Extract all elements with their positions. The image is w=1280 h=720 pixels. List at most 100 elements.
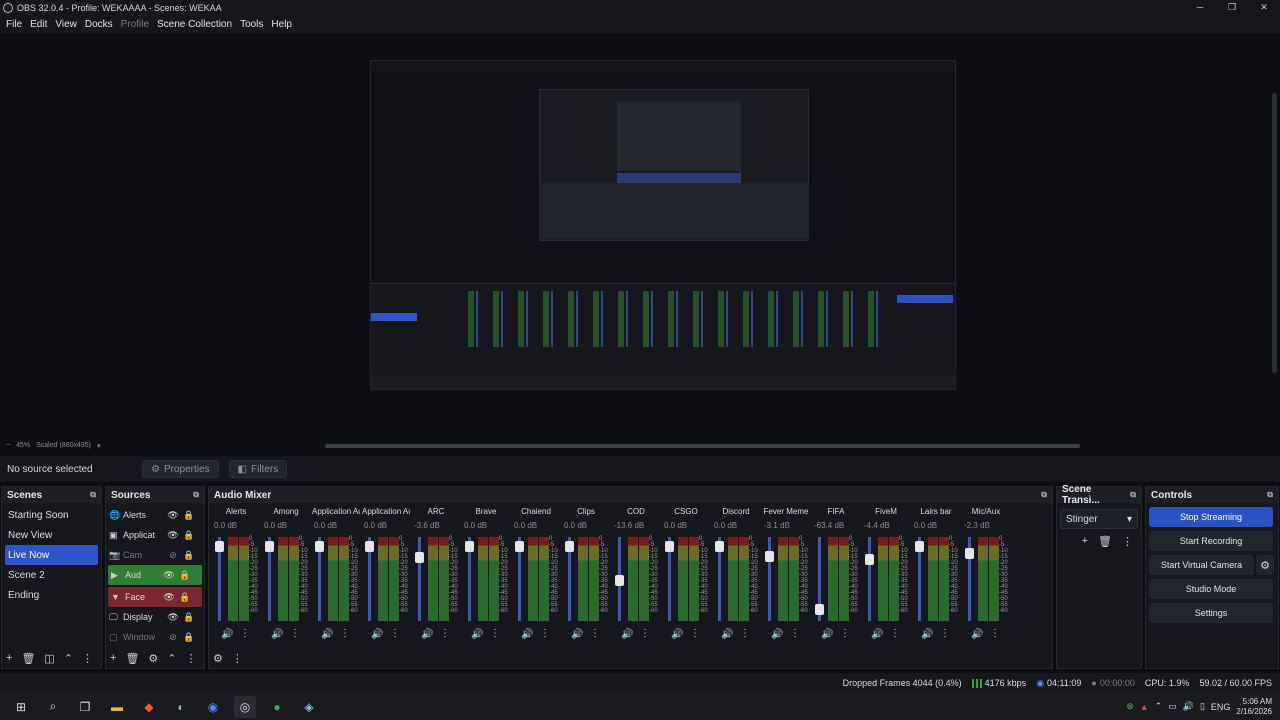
volume-fader-handle[interactable]: [415, 552, 424, 564]
steam-icon[interactable]: ◐: [170, 696, 192, 718]
lock-icon[interactable]: 🔒: [177, 592, 193, 603]
settings-button[interactable]: Settings: [1149, 603, 1273, 623]
virtual-camera-settings-gear-icon[interactable]: ⚙: [1256, 555, 1274, 575]
remove-scene-button[interactable]: 🗑: [21, 652, 35, 665]
collapse-arrow-icon[interactable]: ▼: [111, 592, 125, 602]
app-icon[interactable]: ◈: [298, 696, 320, 718]
channel-menu-button[interactable]: ⋮: [940, 628, 950, 639]
task-view-icon[interactable]: ❐: [74, 696, 96, 718]
channel-menu-button[interactable]: ⋮: [640, 628, 650, 639]
channel-menu-button[interactable]: ⋮: [740, 628, 750, 639]
scene-item-ending[interactable]: Ending: [2, 585, 101, 605]
lock-icon[interactable]: 🔒: [181, 632, 197, 643]
spotify-icon[interactable]: ●: [266, 696, 288, 718]
chrome-icon[interactable]: ◉: [202, 696, 224, 718]
preview-area[interactable]: [0, 33, 1280, 438]
channel-menu-button[interactable]: ⋮: [490, 628, 500, 639]
menu-help[interactable]: Help: [267, 19, 296, 30]
volume-fader-handle[interactable]: [715, 540, 724, 552]
volume-fader-handle[interactable]: [315, 540, 324, 552]
remove-source-button[interactable]: 🗑: [125, 652, 139, 665]
speaker-mute-icon[interactable]: 🔊: [571, 629, 583, 640]
mixer-menu-button[interactable]: ⋮: [232, 652, 243, 665]
volume-fader-handle[interactable]: [215, 540, 224, 552]
volume-fader-handle[interactable]: [265, 540, 274, 552]
scene-item-new-view[interactable]: New View: [2, 525, 101, 545]
lock-icon[interactable]: 🔒: [181, 530, 197, 541]
volume-fader-handle[interactable]: [765, 550, 774, 562]
channel-menu-button[interactable]: ⋮: [240, 628, 250, 639]
scene-item-live-now[interactable]: Live Now: [5, 545, 98, 565]
speaker-mute-icon[interactable]: 🔊: [471, 629, 483, 640]
volume-fader-track[interactable]: [868, 537, 871, 621]
source-menu-button[interactable]: ⋮: [186, 652, 197, 665]
source-item-window[interactable]: ▢ Window ⊘ 🔒: [106, 627, 204, 647]
start-recording-button[interactable]: Start Recording: [1149, 531, 1273, 551]
undock-icon[interactable]: ⧉: [1041, 490, 1047, 500]
language-indicator[interactable]: ENG: [1211, 702, 1231, 712]
speaker-mute-icon[interactable]: 🔊: [921, 629, 933, 640]
file-explorer-icon[interactable]: ▬: [106, 696, 128, 718]
speaker-mute-icon[interactable]: 🔊: [821, 629, 833, 640]
preview-canvas[interactable]: [370, 60, 956, 390]
speaker-mute-icon[interactable]: 🔊: [371, 629, 383, 640]
menu-profile[interactable]: Profile: [117, 19, 153, 30]
windows-start-icon[interactable]: ⊞: [10, 696, 32, 718]
volume-fader-handle[interactable]: [815, 603, 824, 615]
undock-icon[interactable]: ⧉: [90, 490, 96, 500]
visibility-eye-icon[interactable]: 👁: [165, 510, 181, 521]
visibility-eye-icon[interactable]: 👁: [161, 592, 177, 603]
hidden-eye-icon[interactable]: ⊘: [165, 550, 181, 561]
source-properties-button[interactable]: ⚙: [148, 652, 158, 665]
add-source-button[interactable]: +: [110, 652, 116, 664]
lock-icon[interactable]: 🔒: [181, 550, 197, 561]
volume-fader-handle[interactable]: [615, 575, 624, 586]
channel-menu-button[interactable]: ⋮: [340, 628, 350, 639]
volume-fader-track[interactable]: [418, 537, 421, 621]
channel-menu-button[interactable]: ⋮: [990, 628, 1000, 639]
search-icon[interactable]: ⌕: [42, 696, 64, 718]
menu-edit[interactable]: Edit: [26, 19, 51, 30]
transition-menu-button[interactable]: ⋮: [1122, 535, 1133, 548]
speaker-mute-icon[interactable]: 🔊: [621, 629, 633, 640]
menu-scene-collection[interactable]: Scene Collection: [153, 19, 236, 30]
stop-streaming-button[interactable]: Stop Streaming: [1149, 507, 1273, 527]
source-item-application[interactable]: ▣ Applicat 👁 🔒: [106, 525, 204, 545]
channel-menu-button[interactable]: ⋮: [590, 628, 600, 639]
volume-fader-handle[interactable]: [915, 540, 924, 552]
scene-item-starting-soon[interactable]: Starting Soon: [2, 505, 101, 525]
studio-mode-button[interactable]: Studio Mode: [1149, 579, 1273, 599]
menu-view[interactable]: View: [51, 19, 81, 30]
scale-dropdown-icon[interactable]: ▾: [97, 442, 101, 450]
minimize-button[interactable]: ─: [1184, 0, 1216, 15]
advanced-audio-button[interactable]: ⚙: [213, 652, 223, 665]
menu-docks[interactable]: Docks: [81, 19, 117, 30]
speaker-mute-icon[interactable]: 🔊: [221, 629, 233, 640]
expand-arrow-icon[interactable]: ▶: [111, 570, 125, 581]
volume-fader-handle[interactable]: [515, 540, 524, 552]
visibility-eye-icon[interactable]: 👁: [161, 570, 177, 581]
speaker-mute-icon[interactable]: 🔊: [871, 629, 883, 640]
horizontal-scrollbar[interactable]: [325, 444, 1080, 448]
volume-fader-handle[interactable]: [965, 548, 974, 560]
start-virtual-camera-button[interactable]: Start Virtual Camera: [1149, 555, 1254, 575]
brave-browser-icon[interactable]: ◆: [138, 696, 160, 718]
network-icon[interactable]: ▭: [1168, 701, 1177, 712]
channel-menu-button[interactable]: ⋮: [290, 628, 300, 639]
lock-icon[interactable]: 🔒: [181, 510, 197, 521]
speaker-mute-icon[interactable]: 🔊: [971, 629, 983, 640]
channel-menu-button[interactable]: ⋮: [790, 628, 800, 639]
undock-icon[interactable]: ⧉: [1267, 490, 1273, 500]
speaker-mute-icon[interactable]: 🔊: [421, 629, 433, 640]
speaker-mute-icon[interactable]: 🔊: [521, 629, 533, 640]
volume-fader-track[interactable]: [768, 537, 771, 621]
move-source-up-button[interactable]: ⌃: [167, 652, 176, 665]
close-button[interactable]: ✕: [1248, 0, 1280, 15]
undock-icon[interactable]: ⧉: [1130, 490, 1136, 500]
lock-icon[interactable]: 🔒: [181, 612, 197, 623]
channel-menu-button[interactable]: ⋮: [690, 628, 700, 639]
volume-fader-handle[interactable]: [665, 540, 674, 552]
lock-icon[interactable]: 🔒: [177, 570, 193, 581]
visibility-eye-icon[interactable]: 👁: [165, 612, 181, 623]
tray-app-icon[interactable]: ▲: [1140, 702, 1149, 712]
